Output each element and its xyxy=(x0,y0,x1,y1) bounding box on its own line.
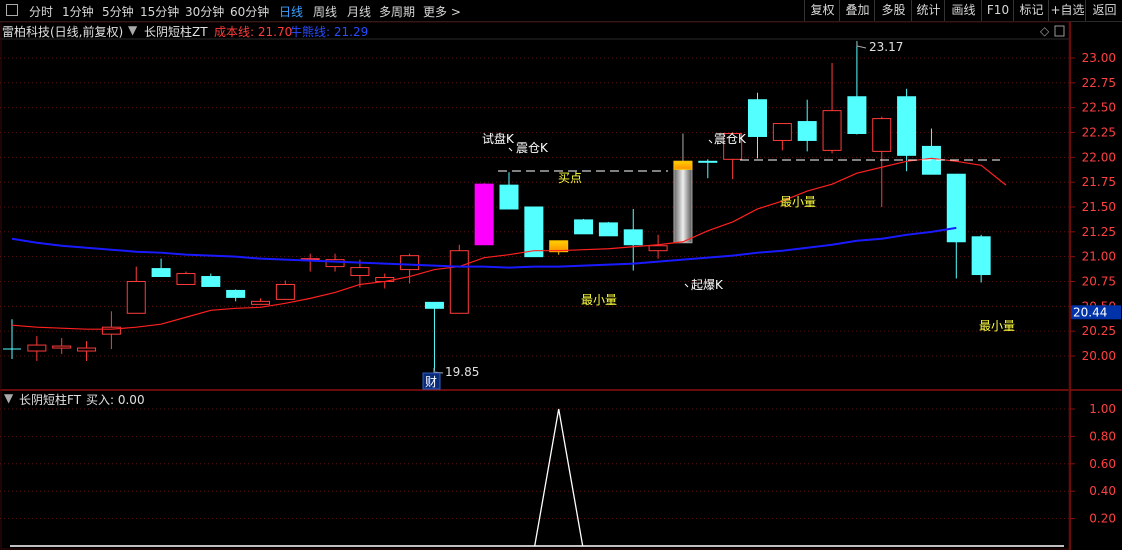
candle-body xyxy=(673,160,693,244)
candle-body xyxy=(897,96,917,156)
sub-tick-label: 0.60 xyxy=(1089,457,1116,471)
candle-body xyxy=(971,236,991,276)
candle-body xyxy=(27,344,47,352)
candle-body xyxy=(574,219,594,235)
sub-tick-label: 0.20 xyxy=(1089,512,1116,526)
candle-body xyxy=(474,183,494,246)
high-price-pointer xyxy=(856,42,867,49)
candle-body xyxy=(449,250,469,314)
current-price-label: 20.44 xyxy=(1073,305,1107,319)
candle-body xyxy=(251,300,270,305)
candle-body xyxy=(126,280,146,314)
low-price-pointer xyxy=(433,368,444,374)
price-tick-label: 22.50 xyxy=(1082,101,1116,115)
price-tick-label: 22.00 xyxy=(1082,150,1116,164)
kline-chart[interactable]: 23.00 22.75 22.50 22.25 22.00 21.75 21.50 21.25… xyxy=(0,0,1122,550)
candle-body xyxy=(400,255,420,271)
candle-body xyxy=(424,301,444,309)
shake-pointer-2 xyxy=(708,139,713,144)
price-tick-label: 21.00 xyxy=(1082,250,1116,264)
candle-body xyxy=(77,347,97,352)
candle-body xyxy=(499,184,519,210)
price-tick-label: 21.75 xyxy=(1082,175,1116,189)
candle-body xyxy=(772,123,792,141)
sub-tick-label: 0.40 xyxy=(1089,484,1116,498)
cai-label: 财 xyxy=(425,375,437,389)
candle-body xyxy=(524,206,544,258)
candle-body xyxy=(748,99,767,137)
price-tick-label: 20.00 xyxy=(1082,349,1116,363)
candle-body xyxy=(151,268,171,278)
candle-cap xyxy=(673,160,693,170)
shake-k-label-2: 震仓K xyxy=(714,132,747,146)
candle-body xyxy=(201,276,221,287)
price-tick-label: 22.25 xyxy=(1082,125,1116,139)
candle-body xyxy=(797,121,817,141)
diamond-icon: ◇ xyxy=(1040,24,1050,38)
candle-body xyxy=(946,173,966,243)
low-price-label: 19.85 xyxy=(445,365,479,379)
candle-body xyxy=(648,245,668,252)
sub-tick-label: 1.00 xyxy=(1089,402,1116,416)
high-price-label: 23.17 xyxy=(869,40,903,54)
price-tick-label: 23.00 xyxy=(1082,51,1116,65)
candle-body xyxy=(822,110,842,151)
candle-body xyxy=(275,283,295,300)
price-tick-label: 21.25 xyxy=(1082,225,1116,239)
candle-body xyxy=(847,96,867,134)
sub-tick-label: 0.80 xyxy=(1089,429,1116,443)
min-volume-label-2: 最小量 xyxy=(780,195,816,209)
price-tick-label: 21.50 xyxy=(1082,200,1116,214)
min-volume-label-3: 最小量 xyxy=(979,319,1015,333)
candle-body xyxy=(598,222,618,237)
candle-body xyxy=(176,273,196,285)
candle-body xyxy=(52,345,72,349)
buy-point-label: 买点 xyxy=(558,171,582,185)
burst-k-label: 起爆K xyxy=(691,278,724,292)
candle-body xyxy=(226,289,246,298)
candle-body xyxy=(623,229,643,246)
min-volume-label-1: 最小量 xyxy=(581,293,617,307)
candle-body xyxy=(698,160,718,163)
price-tick-label: 20.75 xyxy=(1082,274,1116,288)
price-tick-label: 20.25 xyxy=(1082,324,1116,338)
candle-body xyxy=(872,118,892,152)
candle-body xyxy=(350,267,370,277)
trial-k-label: 试盘K xyxy=(482,131,515,146)
burst-pointer xyxy=(684,283,689,288)
price-tick-label: 22.75 xyxy=(1082,76,1116,90)
shake-k-label-1: 震仓K xyxy=(516,141,549,155)
buy-signal-line xyxy=(534,408,584,547)
maximize-icon xyxy=(1054,25,1065,37)
shake-pointer-1 xyxy=(508,147,513,152)
